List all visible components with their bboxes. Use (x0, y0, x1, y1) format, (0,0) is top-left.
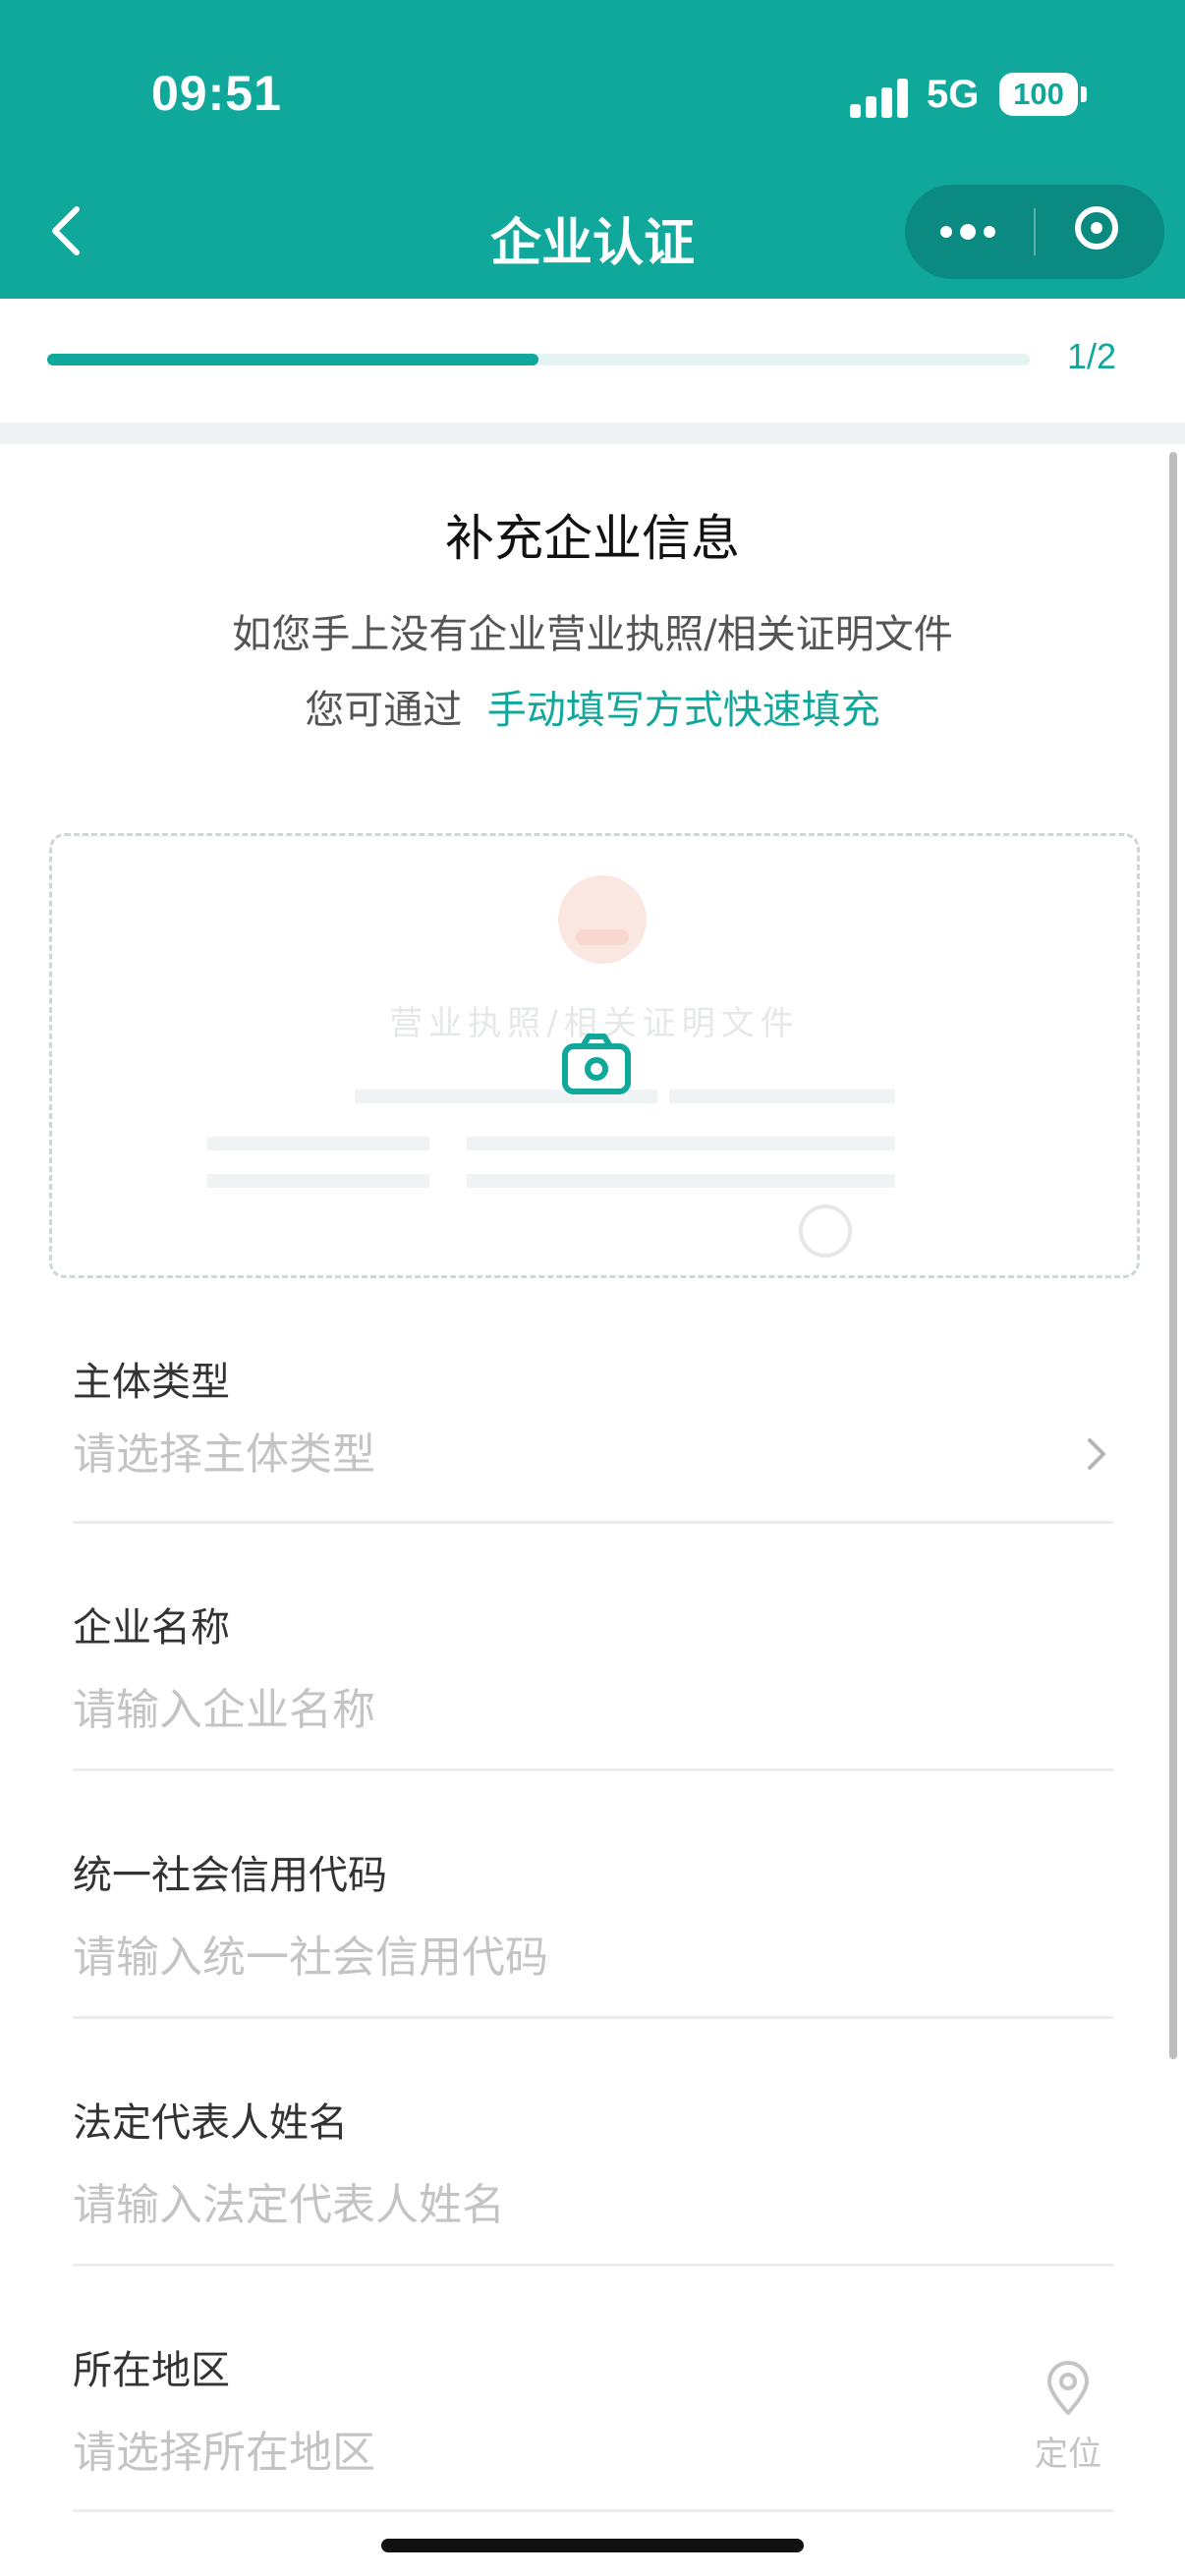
chevron-right-icon (1088, 1438, 1105, 1470)
app-header: 09:51 5G 100 企业认证 (0, 0, 1185, 299)
national-emblem-icon (558, 875, 647, 964)
license-upload-area[interactable]: 营业执照/相关证明文件 (49, 833, 1140, 1278)
field-label: 统一社会信用代码 (73, 1853, 387, 1898)
field-divider (73, 1521, 1113, 1524)
battery-tip (1081, 86, 1087, 102)
region-select[interactable] (73, 2421, 957, 2484)
placeholder-line (467, 1137, 895, 1150)
status-time: 09:51 (151, 66, 282, 121)
entity-type-select[interactable] (73, 1423, 1006, 1485)
locate-label: 定位 (1035, 2435, 1101, 2474)
progress-label: 1/2 (1067, 336, 1117, 376)
company-name-input[interactable] (73, 1678, 1006, 1741)
progress-track (47, 354, 1030, 365)
intro-text: 如您手上没有企业营业执照/相关证明文件 (232, 612, 953, 657)
locate-button[interactable]: 定位 (1023, 2354, 1113, 2474)
manual-fill-link[interactable]: 手动填写方式快速填充 (487, 688, 880, 733)
progress-section: 1/2 (0, 299, 1185, 422)
camera-icon (562, 1034, 631, 1094)
intro-text-2: 您可通过 手动填写方式快速填充 (0, 678, 1185, 735)
mini-program-capsule (905, 185, 1164, 279)
region-field[interactable]: 所在地区 定位 (73, 2338, 1113, 2515)
signal-icon (850, 77, 909, 118)
scrollbar[interactable] (1169, 452, 1177, 2059)
legal-rep-input[interactable] (73, 2173, 1006, 2236)
intro-prefix: 您可通过 (305, 688, 463, 733)
field-label: 所在地区 (73, 2348, 230, 2393)
placeholder-line (207, 1137, 429, 1150)
close-mini-program-button[interactable] (1036, 185, 1164, 279)
more-dot-right (984, 226, 995, 238)
field-divider (73, 2509, 1113, 2512)
placeholder-line (467, 1174, 895, 1188)
field-divider (73, 2264, 1113, 2267)
more-button[interactable] (905, 185, 1034, 279)
section-title: 补充企业信息 (445, 510, 740, 567)
field-divider (73, 2016, 1113, 2019)
field-divider (73, 1768, 1113, 1771)
more-dots-icon (940, 226, 952, 238)
placeholder-line (669, 1090, 895, 1103)
field-label: 企业名称 (73, 1605, 230, 1651)
entity-type-field[interactable]: 主体类型 (73, 1350, 1113, 1527)
seal-icon (799, 1204, 852, 1258)
field-label: 法定代表人姓名 (73, 2100, 348, 2146)
location-pin-icon (1047, 2361, 1089, 2415)
home-indicator (381, 2539, 804, 2552)
section-divider (0, 422, 1185, 444)
legal-rep-field[interactable]: 法定代表人姓名 (73, 2091, 1113, 2273)
field-label: 主体类型 (73, 1360, 230, 1405)
more-dot-center (960, 224, 976, 240)
progress-fill (47, 354, 538, 365)
network-label: 5G (927, 73, 980, 116)
battery-icon: 100 (999, 73, 1078, 116)
placeholder-line (207, 1174, 429, 1188)
target-icon (1075, 206, 1118, 250)
company-name-field[interactable]: 企业名称 (73, 1596, 1113, 1778)
credit-code-input[interactable] (73, 1926, 1006, 1988)
credit-code-field[interactable]: 统一社会信用代码 (73, 1843, 1113, 2026)
